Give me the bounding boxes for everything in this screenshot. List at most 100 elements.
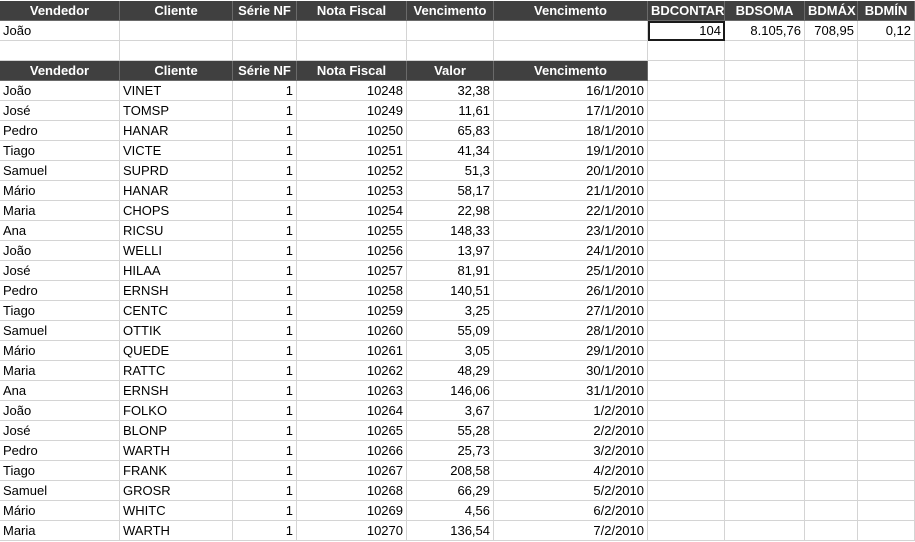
empty-cell[interactable] (805, 501, 858, 521)
empty-cell[interactable] (858, 381, 915, 401)
serie-nf-cell[interactable]: 1 (233, 361, 297, 381)
empty-cell[interactable] (648, 281, 725, 301)
empty-cell[interactable] (725, 81, 805, 101)
cliente-cell[interactable]: HILAA (120, 261, 233, 281)
cliente-cell[interactable]: HANAR (120, 121, 233, 141)
empty-cell[interactable] (805, 361, 858, 381)
vencimento-cell[interactable]: 6/2/2010 (494, 501, 648, 521)
empty-cell[interactable] (725, 41, 805, 61)
nota-fiscal-cell[interactable]: 10259 (297, 301, 407, 321)
table-header-cliente[interactable]: Cliente (120, 61, 233, 81)
table-header-vencimento[interactable]: Vencimento (494, 61, 648, 81)
empty-cell[interactable] (805, 421, 858, 441)
empty-cell[interactable] (648, 241, 725, 261)
empty-cell[interactable] (858, 481, 915, 501)
empty-cell[interactable] (494, 41, 648, 61)
empty-cell[interactable] (648, 221, 725, 241)
cliente-cell[interactable]: GROSR (120, 481, 233, 501)
criteria-header-vencimento-2[interactable]: Vencimento (494, 1, 648, 21)
serie-nf-cell[interactable]: 1 (233, 301, 297, 321)
empty-cell[interactable] (805, 301, 858, 321)
nota-fiscal-cell[interactable]: 10250 (297, 121, 407, 141)
valor-cell[interactable]: 13,97 (407, 241, 494, 261)
vendedor-cell[interactable]: Samuel (0, 481, 120, 501)
empty-cell[interactable] (648, 141, 725, 161)
empty-cell[interactable] (648, 81, 725, 101)
cliente-cell[interactable]: TOMSP (120, 101, 233, 121)
header-bdsoma[interactable]: BDSOMA (725, 1, 805, 21)
nota-fiscal-cell[interactable]: 10263 (297, 381, 407, 401)
empty-cell[interactable] (805, 341, 858, 361)
valor-cell[interactable]: 140,51 (407, 281, 494, 301)
header-bdmin[interactable]: BDMÍN (858, 1, 915, 21)
valor-cell[interactable]: 3,05 (407, 341, 494, 361)
vendedor-cell[interactable]: Samuel (0, 321, 120, 341)
empty-cell[interactable] (233, 41, 297, 61)
valor-cell[interactable]: 32,38 (407, 81, 494, 101)
serie-nf-cell[interactable]: 1 (233, 521, 297, 541)
vendedor-cell[interactable]: Mário (0, 181, 120, 201)
serie-nf-cell[interactable]: 1 (233, 221, 297, 241)
serie-nf-cell[interactable]: 1 (233, 401, 297, 421)
vencimento-cell[interactable]: 19/1/2010 (494, 141, 648, 161)
nota-fiscal-cell[interactable]: 10253 (297, 181, 407, 201)
nota-fiscal-cell[interactable]: 10264 (297, 401, 407, 421)
valor-cell[interactable]: 25,73 (407, 441, 494, 461)
nota-fiscal-cell[interactable]: 10256 (297, 241, 407, 261)
nota-fiscal-cell[interactable]: 10268 (297, 481, 407, 501)
nota-fiscal-cell[interactable]: 10249 (297, 101, 407, 121)
header-bdcontar[interactable]: BDCONTAR (648, 1, 725, 21)
vencimento-cell[interactable]: 1/2/2010 (494, 401, 648, 421)
vencimento-cell[interactable]: 16/1/2010 (494, 81, 648, 101)
empty-cell[interactable] (120, 41, 233, 61)
serie-nf-cell[interactable]: 1 (233, 321, 297, 341)
empty-cell[interactable] (648, 201, 725, 221)
empty-cell[interactable] (805, 41, 858, 61)
empty-cell[interactable] (725, 61, 805, 81)
serie-nf-cell[interactable]: 1 (233, 101, 297, 121)
empty-cell[interactable] (858, 301, 915, 321)
empty-cell[interactable] (648, 521, 725, 541)
empty-cell[interactable] (858, 61, 915, 81)
nota-fiscal-cell[interactable]: 10260 (297, 321, 407, 341)
empty-cell[interactable] (805, 321, 858, 341)
nota-fiscal-cell[interactable]: 10270 (297, 521, 407, 541)
empty-cell[interactable] (805, 381, 858, 401)
empty-cell[interactable] (725, 261, 805, 281)
cliente-cell[interactable]: ERNSH (120, 281, 233, 301)
empty-cell[interactable] (805, 121, 858, 141)
vencimento-cell[interactable]: 30/1/2010 (494, 361, 648, 381)
empty-cell[interactable] (648, 481, 725, 501)
empty-cell[interactable] (648, 421, 725, 441)
serie-nf-cell[interactable]: 1 (233, 181, 297, 201)
vencimento-cell[interactable]: 20/1/2010 (494, 161, 648, 181)
empty-cell[interactable] (725, 181, 805, 201)
serie-nf-cell[interactable]: 1 (233, 161, 297, 181)
empty-cell[interactable] (648, 341, 725, 361)
empty-cell[interactable] (648, 401, 725, 421)
empty-cell[interactable] (648, 501, 725, 521)
empty-cell[interactable] (805, 81, 858, 101)
vendedor-cell[interactable]: Samuel (0, 161, 120, 181)
cliente-cell[interactable]: WELLI (120, 241, 233, 261)
empty-cell[interactable] (858, 501, 915, 521)
criteria-cliente-cell[interactable] (120, 21, 233, 41)
empty-cell[interactable] (725, 461, 805, 481)
table-header-nota-fiscal[interactable]: Nota Fiscal (297, 61, 407, 81)
empty-cell[interactable] (648, 261, 725, 281)
vencimento-cell[interactable]: 7/2/2010 (494, 521, 648, 541)
vendedor-cell[interactable]: Ana (0, 221, 120, 241)
cliente-cell[interactable]: SUPRD (120, 161, 233, 181)
vencimento-cell[interactable]: 22/1/2010 (494, 201, 648, 221)
empty-cell[interactable] (858, 461, 915, 481)
valor-cell[interactable]: 4,56 (407, 501, 494, 521)
empty-cell[interactable] (725, 321, 805, 341)
cliente-cell[interactable]: WHITC (120, 501, 233, 521)
nota-fiscal-cell[interactable]: 10262 (297, 361, 407, 381)
cliente-cell[interactable]: ERNSH (120, 381, 233, 401)
empty-cell[interactable] (858, 201, 915, 221)
vencimento-cell[interactable]: 4/2/2010 (494, 461, 648, 481)
vendedor-cell[interactable]: José (0, 421, 120, 441)
vencimento-cell[interactable]: 2/2/2010 (494, 421, 648, 441)
vendedor-cell[interactable]: João (0, 241, 120, 261)
